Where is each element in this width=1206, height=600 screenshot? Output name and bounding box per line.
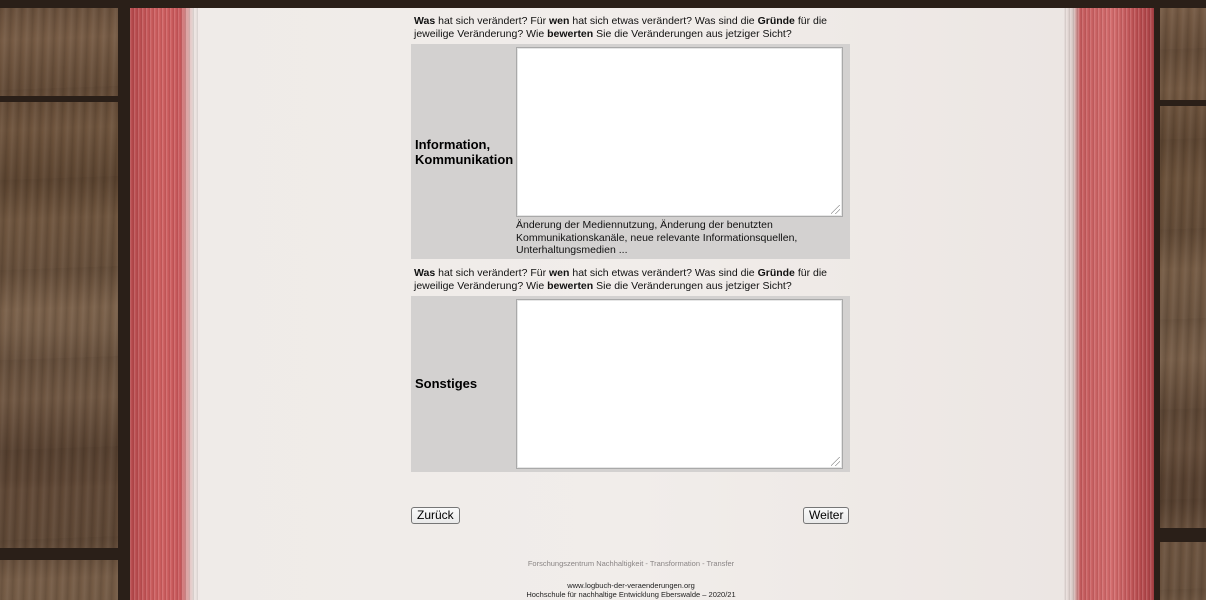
resize-grip-icon[interactable]: [831, 457, 840, 466]
form-row-information: Information, Kommunikation Änderung der …: [411, 44, 850, 259]
book-edge-right: [1062, 8, 1154, 600]
plank-gap: [1158, 528, 1206, 542]
back-button[interactable]: Zurück: [411, 507, 460, 524]
plank-gap: [0, 548, 120, 560]
field-label: Information, Kommunikation: [415, 137, 514, 167]
information-textarea[interactable]: [516, 47, 843, 217]
plank-gap: [1158, 100, 1206, 106]
footer-institute: Forschungszentrum Nachhaltigkeit - Trans…: [527, 559, 735, 568]
field-label: Sonstiges: [415, 376, 478, 391]
form-row-sonstiges: Sonstiges: [411, 296, 850, 472]
question-intro: Was hat sich verändert? Für wen hat sich…: [414, 267, 828, 292]
field-hint: Änderung der Mediennutzung, Änderung der…: [516, 219, 798, 256]
footer-university: Hochschule für nachhaltige Entwicklung E…: [526, 590, 736, 599]
book-edge-left: [130, 8, 202, 600]
plank-gap: [0, 96, 120, 102]
sonstiges-textarea[interactable]: [516, 299, 843, 469]
plank-gap: [0, 0, 1206, 8]
question-intro: Was hat sich verändert? Für wen hat sich…: [414, 15, 828, 40]
footer-website: www.logbuch-der-veraenderungen.org: [567, 581, 695, 590]
resize-grip-icon[interactable]: [831, 205, 840, 214]
next-button[interactable]: Weiter: [803, 507, 850, 524]
